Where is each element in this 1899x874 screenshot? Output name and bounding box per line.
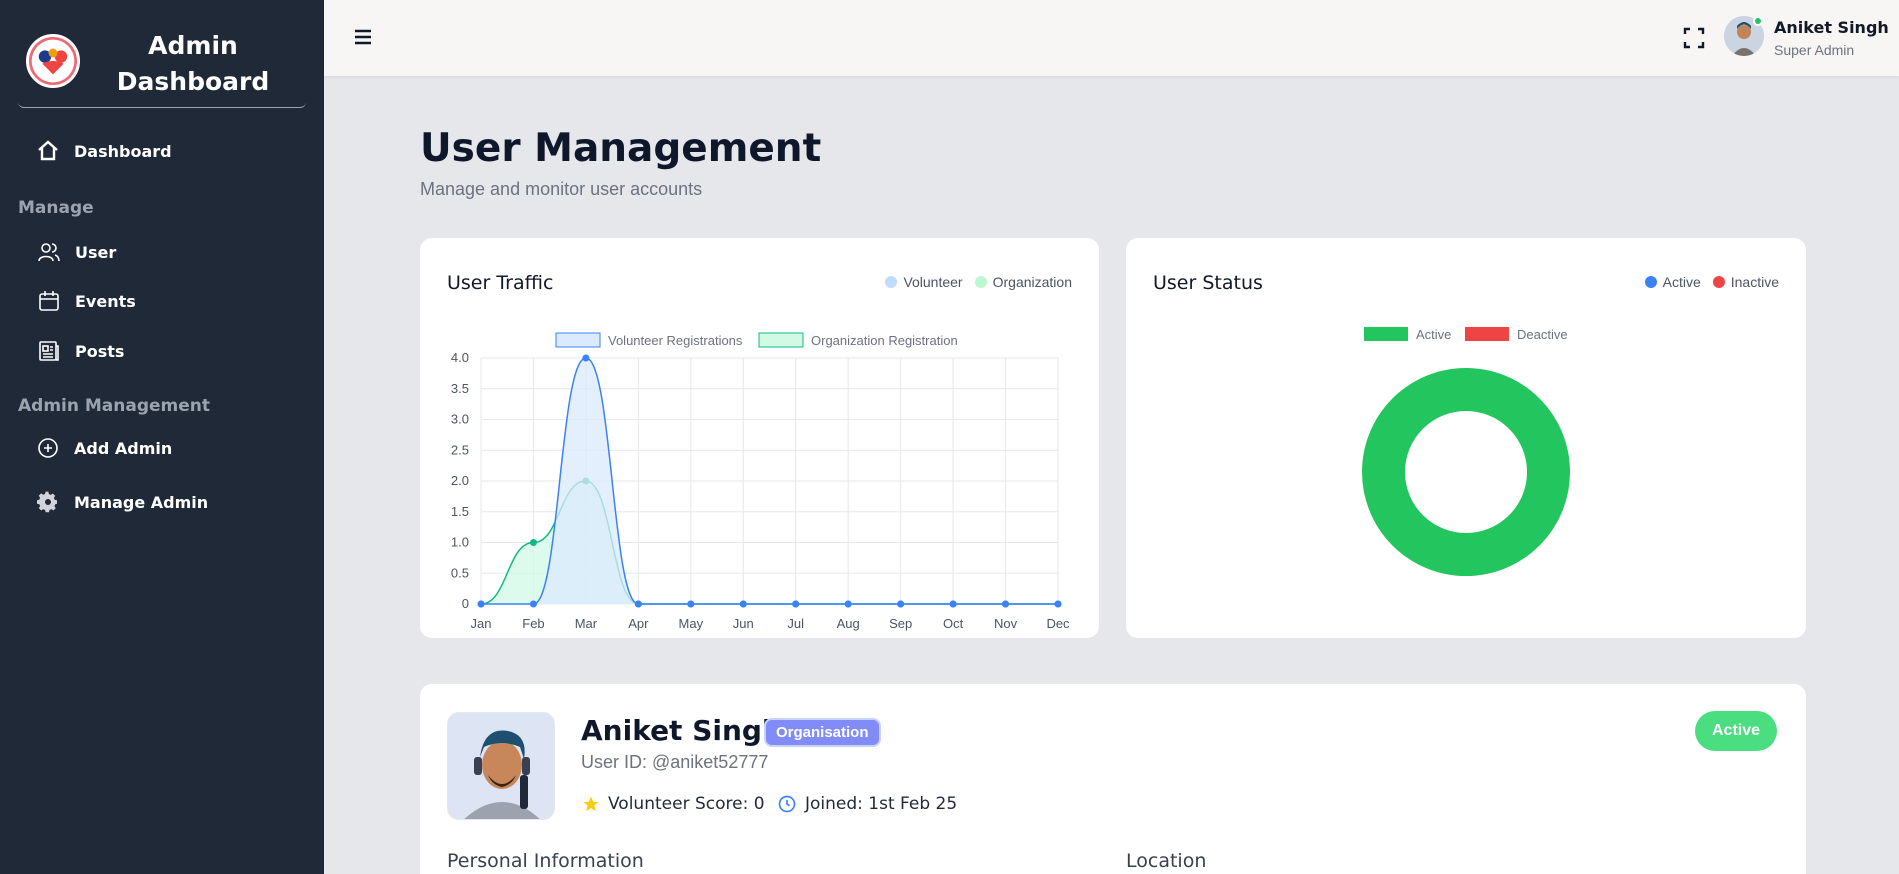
data-point: [949, 600, 957, 608]
x-tick-label: Aug: [837, 616, 860, 631]
chart-legend-label: Active: [1416, 327, 1451, 342]
x-tick-label: Dec: [1046, 616, 1070, 631]
y-tick-label: 3.5: [451, 381, 469, 396]
y-tick-label: 4.0: [451, 350, 469, 365]
plus-circle-icon: [38, 438, 58, 458]
donut-slice: [1362, 368, 1570, 576]
chart-legend-label: Organization Registration: [811, 333, 958, 348]
sidebar-item-events[interactable]: Events: [37, 289, 136, 313]
gear-icon: [37, 491, 57, 513]
data-point: [897, 600, 905, 608]
brand: Admin Dashboard: [18, 18, 306, 108]
star-icon: [583, 796, 599, 812]
y-tick-label: 3.0: [451, 412, 469, 427]
profile-user-id: User ID: @aniket52777: [581, 752, 769, 772]
data-point: [634, 600, 642, 608]
volunteer-score: Volunteer Score: 0: [582, 794, 765, 814]
user-profile-card: Aniket Singh Organisation User ID: @anik…: [420, 684, 1806, 874]
sidebar-item-label: Add Admin: [74, 438, 173, 458]
home-icon: [38, 140, 58, 161]
section-manage-label: Manage: [18, 198, 94, 218]
traffic-area-chart: Volunteer Registrations Organization Regi…: [451, 332, 1070, 631]
y-tick-label: 2.0: [451, 473, 469, 488]
y-tick-label: 0: [462, 596, 469, 611]
x-tick-label: Apr: [628, 616, 649, 631]
page-title: User Management: [420, 126, 822, 171]
topbar: Aniket Singh Super Admin: [324, 0, 1899, 76]
chart-legend-swatch: [1364, 327, 1408, 341]
sidebar-item-label: Manage Admin: [74, 492, 209, 512]
joined-date-text: Joined: 1st Feb 25: [805, 794, 958, 814]
data-point: [687, 600, 695, 608]
joined-date: Joined: 1st Feb 25: [777, 794, 957, 814]
x-tick-label: Jul: [787, 616, 804, 631]
calendar-icon: [39, 291, 59, 311]
menu-icon[interactable]: [352, 26, 374, 48]
data-point: [844, 600, 852, 608]
online-status-dot: [1753, 16, 1763, 26]
x-tick-label: Sep: [889, 616, 912, 631]
personal-info-heading: Personal Information: [447, 850, 644, 872]
brand-title-line2: Dashboard: [116, 67, 270, 96]
current-user-role: Super Admin: [1774, 42, 1855, 58]
profile-name: Aniket Singh: [581, 714, 782, 747]
y-tick-label: 2.5: [451, 442, 469, 457]
sidebar-item-label: Events: [75, 291, 136, 311]
data-point: [582, 354, 590, 362]
x-tick-label: Nov: [994, 616, 1018, 631]
profile-avatar: [447, 712, 555, 820]
newspaper-icon: [39, 341, 59, 361]
sidebar-item-dashboard[interactable]: Dashboard: [36, 139, 172, 163]
brand-title: Admin Dashboard: [98, 28, 288, 100]
page-subtitle: Manage and monitor user accounts: [420, 179, 703, 199]
y-tick-label: 1.0: [451, 535, 469, 550]
data-point: [1002, 600, 1010, 608]
user-status-card: User Status Active Inactive Active Deacti…: [1126, 238, 1806, 638]
x-tick-label: Oct: [943, 616, 964, 631]
current-user-name: Aniket Singh: [1774, 18, 1889, 37]
chart-legend-swatch: [555, 332, 601, 348]
data-point: [792, 600, 800, 608]
sidebar-item-label: User: [75, 242, 117, 262]
clock-icon: [778, 795, 796, 813]
y-tick-label: 0.5: [451, 565, 469, 580]
x-tick-label: Mar: [575, 616, 598, 631]
data-point: [739, 600, 747, 608]
x-tick-label: Jan: [471, 616, 492, 631]
data-point: [477, 600, 485, 608]
sidebar-item-add-admin[interactable]: Add Admin: [36, 436, 172, 460]
x-tick-label: May: [679, 616, 704, 631]
sidebar-item-posts[interactable]: Posts: [37, 339, 124, 363]
chart-legend-swatch: [758, 332, 804, 348]
sidebar-item-manage-admin[interactable]: Manage Admin: [36, 490, 208, 514]
x-tick-label: Feb: [522, 616, 544, 631]
data-point: [529, 539, 537, 546]
data-point: [1054, 600, 1062, 608]
sidebar: Admin Dashboard Dashboard Manage User Ev…: [0, 0, 324, 874]
location-heading: Location: [1126, 850, 1207, 872]
fullscreen-icon[interactable]: [1682, 26, 1706, 50]
logo-icon: [26, 34, 80, 88]
user-traffic-card: User Traffic Volunteer Organization Volu…: [420, 238, 1099, 638]
volunteer-score-text: Volunteer Score: 0: [608, 794, 765, 814]
users-icon: [38, 243, 60, 262]
chart-legend-label: Volunteer Registrations: [608, 333, 743, 348]
sidebar-item-user[interactable]: User: [37, 240, 116, 264]
account-type-badge: Organisation: [764, 718, 881, 747]
chart-legend-swatch: [1465, 327, 1509, 341]
status-donut-chart: Active Deactive: [1362, 327, 1570, 576]
chart-legend-label: Deactive: [1517, 327, 1568, 342]
brand-title-line1: Admin: [148, 31, 238, 60]
status-badge[interactable]: Active: [1695, 711, 1777, 751]
sidebar-item-label: Dashboard: [74, 141, 172, 161]
y-tick-label: 1.5: [451, 504, 469, 519]
x-tick-label: Jun: [733, 616, 754, 631]
data-point: [529, 600, 537, 608]
section-admin-label: Admin Management: [18, 396, 211, 416]
sidebar-item-label: Posts: [75, 341, 125, 361]
